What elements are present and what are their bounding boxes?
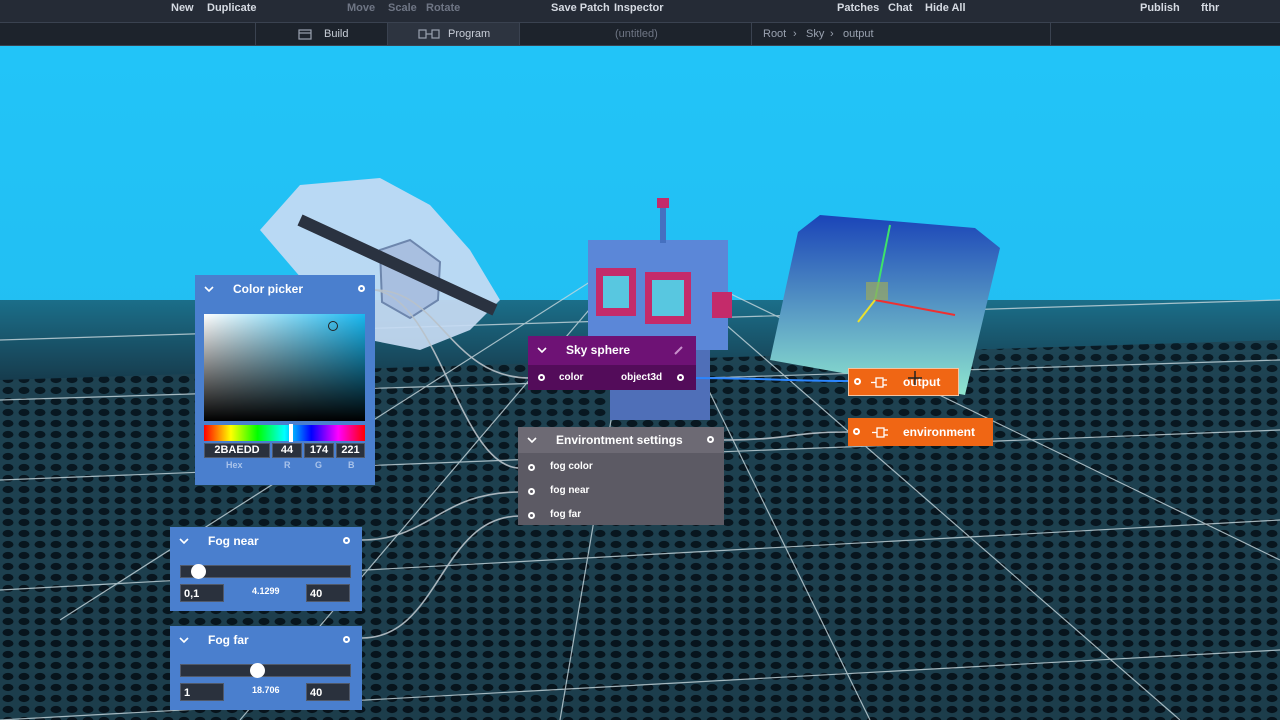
output-input-port[interactable] (854, 378, 861, 385)
environment-node[interactable]: environment (848, 418, 993, 446)
user-menu[interactable]: fthr (1201, 1, 1219, 15)
breadcrumb-sky[interactable]: Sky (806, 23, 824, 45)
hex-label: Hex (226, 460, 243, 470)
save-patch-button[interactable]: Save Patch (551, 1, 610, 15)
output-port[interactable] (707, 436, 714, 443)
environment-input-port[interactable] (853, 428, 860, 435)
output-port[interactable] (358, 285, 365, 292)
fog-near-input: fog near (518, 480, 724, 502)
output-port[interactable] (343, 537, 350, 544)
hide-all-button[interactable]: Hide All (925, 1, 966, 15)
program-icon (418, 29, 440, 39)
node-header[interactable]: Environtment settings (518, 427, 724, 453)
color-picker-node[interactable]: Color picker 2BAEDD 44 174 221 Hex R G B (195, 275, 375, 485)
breadcrumb-root[interactable]: Root (763, 23, 786, 45)
chat-button[interactable]: Chat (888, 1, 912, 15)
tab-build-label: Build (324, 28, 349, 40)
rotate-button[interactable]: Rotate (426, 1, 460, 15)
fog-color-label: fog color (550, 461, 593, 472)
top-menu-bar: New Duplicate Move Scale Rotate Save Pat… (0, 0, 1280, 22)
node-header[interactable]: Sky sphere (528, 336, 696, 364)
tab-program[interactable]: Program (387, 23, 519, 45)
fog-near-value: 4.1299 (252, 586, 280, 596)
node-header[interactable]: Fog far (170, 626, 362, 654)
output-port[interactable] (343, 636, 350, 643)
collapse-chevron-icon[interactable] (203, 275, 217, 303)
fog-color-input: fog color (518, 456, 724, 478)
tab-build[interactable]: Build (255, 23, 387, 45)
editor-mode-bar: Build Program (untitled) Root › Sky › ou… (0, 22, 1280, 46)
duplicate-button[interactable]: Duplicate (207, 1, 257, 15)
green-label: G (315, 460, 323, 470)
color-cursor[interactable] (328, 321, 338, 331)
breadcrumb-output[interactable]: output (843, 23, 874, 45)
node-title: Fog near (208, 534, 259, 548)
red-label: R (284, 460, 291, 470)
blue-field[interactable]: 221 (336, 443, 365, 458)
color-values: 2BAEDD 44 174 221 (204, 443, 365, 458)
collapse-chevron-icon[interactable] (178, 527, 192, 555)
node-title: Fog far (208, 633, 249, 647)
fog-near-node[interactable]: Fog near 0,1 4.1299 40 (170, 527, 362, 611)
fog-far-max-field[interactable]: 40 (306, 683, 350, 701)
red-field[interactable]: 44 (272, 443, 302, 458)
color-input-label: color (559, 372, 584, 383)
slider-handle[interactable] (190, 564, 206, 579)
fog-far-label: fog far (550, 509, 582, 520)
hue-slider-handle[interactable] (289, 424, 293, 442)
fog-color-port[interactable] (528, 464, 535, 471)
fog-near-port[interactable] (528, 488, 535, 495)
patches-button[interactable]: Patches (837, 1, 879, 15)
hue-slider[interactable] (204, 424, 365, 442)
node-header[interactable]: Color picker (195, 275, 375, 303)
green-field[interactable]: 174 (304, 443, 334, 458)
environment-node-label: environment (903, 425, 976, 439)
fog-near-slider[interactable] (180, 564, 351, 579)
node-title: Color picker (233, 282, 304, 296)
fog-far-min-field[interactable]: 1 (180, 683, 224, 701)
fog-far-slider[interactable] (180, 663, 351, 678)
document-title-text: (untitled) (615, 28, 658, 40)
document-title: (untitled) (519, 23, 751, 45)
environment-settings-node[interactable]: Environtment settings fog color fog near… (518, 427, 724, 525)
fog-far-port[interactable] (528, 512, 535, 519)
blue-label: B (348, 460, 355, 470)
breadcrumb-separator-icon: › (830, 28, 834, 40)
fog-near-label: fog near (550, 485, 590, 496)
fog-far-input: fog far (518, 504, 724, 526)
inspector-button[interactable]: Inspector (614, 1, 664, 15)
collapse-chevron-icon[interactable] (178, 626, 192, 654)
output-node[interactable]: output (848, 368, 959, 396)
sky-sphere-ports: color object3d (528, 365, 696, 390)
object3d-output-label: object3d (621, 372, 663, 383)
fog-near-max-field[interactable]: 40 (306, 584, 350, 602)
breadcrumb-separator-icon: › (793, 28, 797, 40)
new-button[interactable]: New (171, 1, 194, 15)
build-icon (298, 29, 312, 40)
node-title: Sky sphere (566, 343, 631, 357)
scale-button[interactable]: Scale (388, 1, 417, 15)
move-cursor-icon (908, 371, 922, 385)
collapse-chevron-icon[interactable] (536, 336, 550, 364)
color-input-port[interactable] (538, 374, 545, 381)
object3d-output-port[interactable] (677, 374, 684, 381)
saturation-value-area[interactable] (204, 314, 365, 421)
fog-far-value: 18.706 (252, 685, 280, 695)
publish-button[interactable]: Publish (1140, 1, 1180, 15)
plug-icon (872, 427, 888, 438)
node-header[interactable]: Fog near (170, 527, 362, 555)
collapse-chevron-icon[interactable] (526, 427, 540, 455)
slider-handle[interactable] (250, 663, 266, 678)
plug-icon (871, 377, 887, 388)
color-value-labels: Hex R G B (204, 460, 365, 472)
sky-sphere-node[interactable]: Sky sphere color object3d (528, 336, 696, 390)
hex-field[interactable]: 2BAEDD (204, 443, 270, 458)
edit-pencil-icon[interactable] (673, 345, 684, 356)
fog-near-min-field[interactable]: 0,1 (180, 584, 224, 602)
tab-program-label: Program (448, 28, 491, 40)
node-title: Environtment settings (556, 433, 683, 447)
move-button[interactable]: Move (347, 1, 375, 15)
fog-far-node[interactable]: Fog far 1 18.706 40 (170, 626, 362, 710)
breadcrumb: Root › Sky › output (751, 23, 1051, 45)
